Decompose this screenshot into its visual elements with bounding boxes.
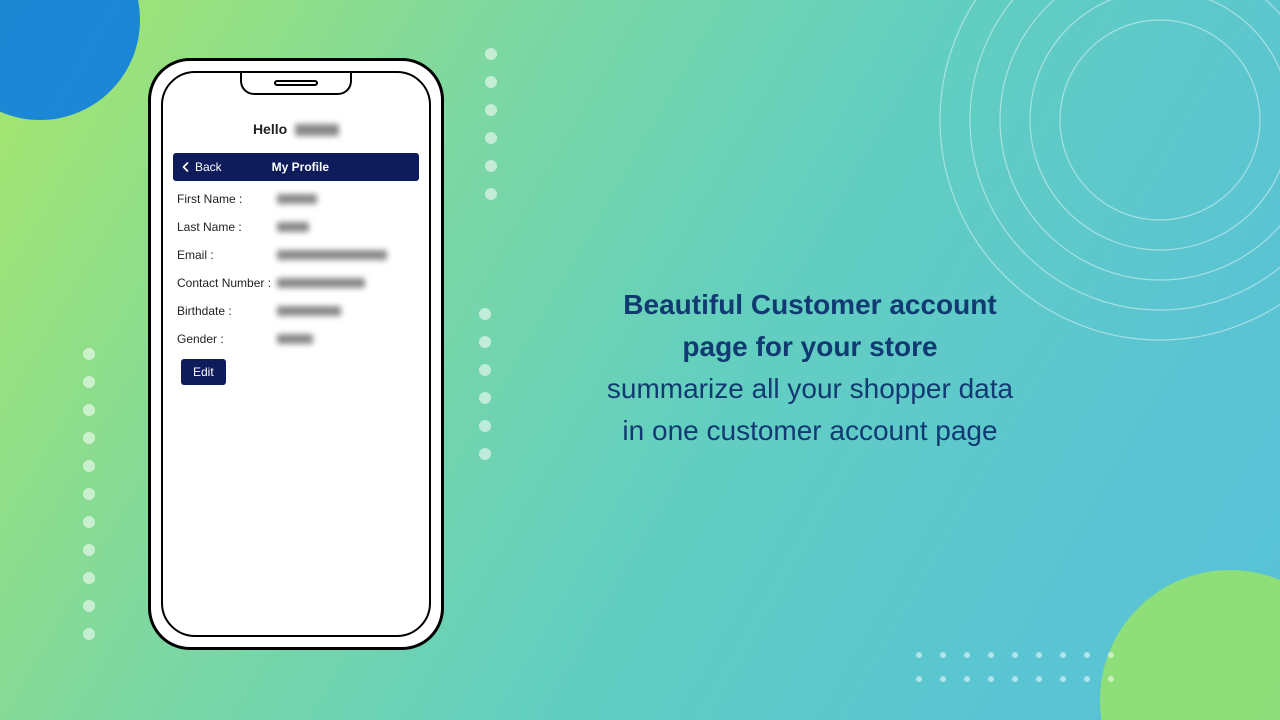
edit-button[interactable]: Edit	[181, 359, 226, 385]
phone-screen-frame: Hello Back My Profile First Name :	[161, 71, 431, 637]
field-value-redacted	[277, 222, 309, 232]
field-value-redacted	[277, 306, 341, 316]
field-row-first-name: First Name :	[177, 185, 415, 213]
field-row-gender: Gender :	[177, 325, 415, 353]
decor-dots-mid-bottom	[478, 300, 492, 468]
greeting-name-redacted	[295, 124, 339, 136]
field-label: Last Name :	[177, 220, 277, 234]
decor-dots-left	[82, 340, 96, 648]
account-screen: Hello Back My Profile First Name :	[163, 73, 429, 635]
field-value-redacted	[277, 250, 387, 260]
headline-line-1: Beautiful Customer account	[520, 284, 1100, 326]
field-value-redacted	[277, 278, 365, 288]
field-label: First Name :	[177, 192, 277, 206]
greeting: Hello	[173, 121, 419, 137]
subcopy-line-1: summarize all your shopper data	[520, 368, 1100, 410]
profile-fields: First Name : Last Name : Email : Contact…	[173, 181, 419, 385]
field-label: Gender :	[177, 332, 277, 346]
field-row-email: Email :	[177, 241, 415, 269]
greeting-prefix: Hello	[253, 121, 287, 137]
field-label: Email :	[177, 248, 277, 262]
field-label: Contact Number :	[177, 276, 277, 290]
decor-blob-bottom-right	[1100, 570, 1280, 720]
field-row-contact-number: Contact Number :	[177, 269, 415, 297]
marketing-copy: Beautiful Customer account page for your…	[520, 284, 1100, 452]
field-row-birthdate: Birthdate :	[177, 297, 415, 325]
section-title: My Profile	[190, 160, 411, 174]
subcopy-line-2: in one customer account page	[520, 410, 1100, 452]
field-row-last-name: Last Name :	[177, 213, 415, 241]
decor-dots-bottom-right	[910, 646, 1120, 688]
headline-line-2: page for your store	[520, 326, 1100, 368]
field-value-redacted	[277, 334, 313, 344]
decor-blob-top-left	[0, 0, 140, 120]
decor-dots-mid-top	[484, 40, 498, 208]
profile-topbar: Back My Profile	[173, 153, 419, 181]
phone-mockup: Hello Back My Profile First Name :	[148, 58, 444, 650]
field-value-redacted	[277, 194, 317, 204]
promo-stage: Hello Back My Profile First Name :	[0, 0, 1280, 720]
field-label: Birthdate :	[177, 304, 277, 318]
